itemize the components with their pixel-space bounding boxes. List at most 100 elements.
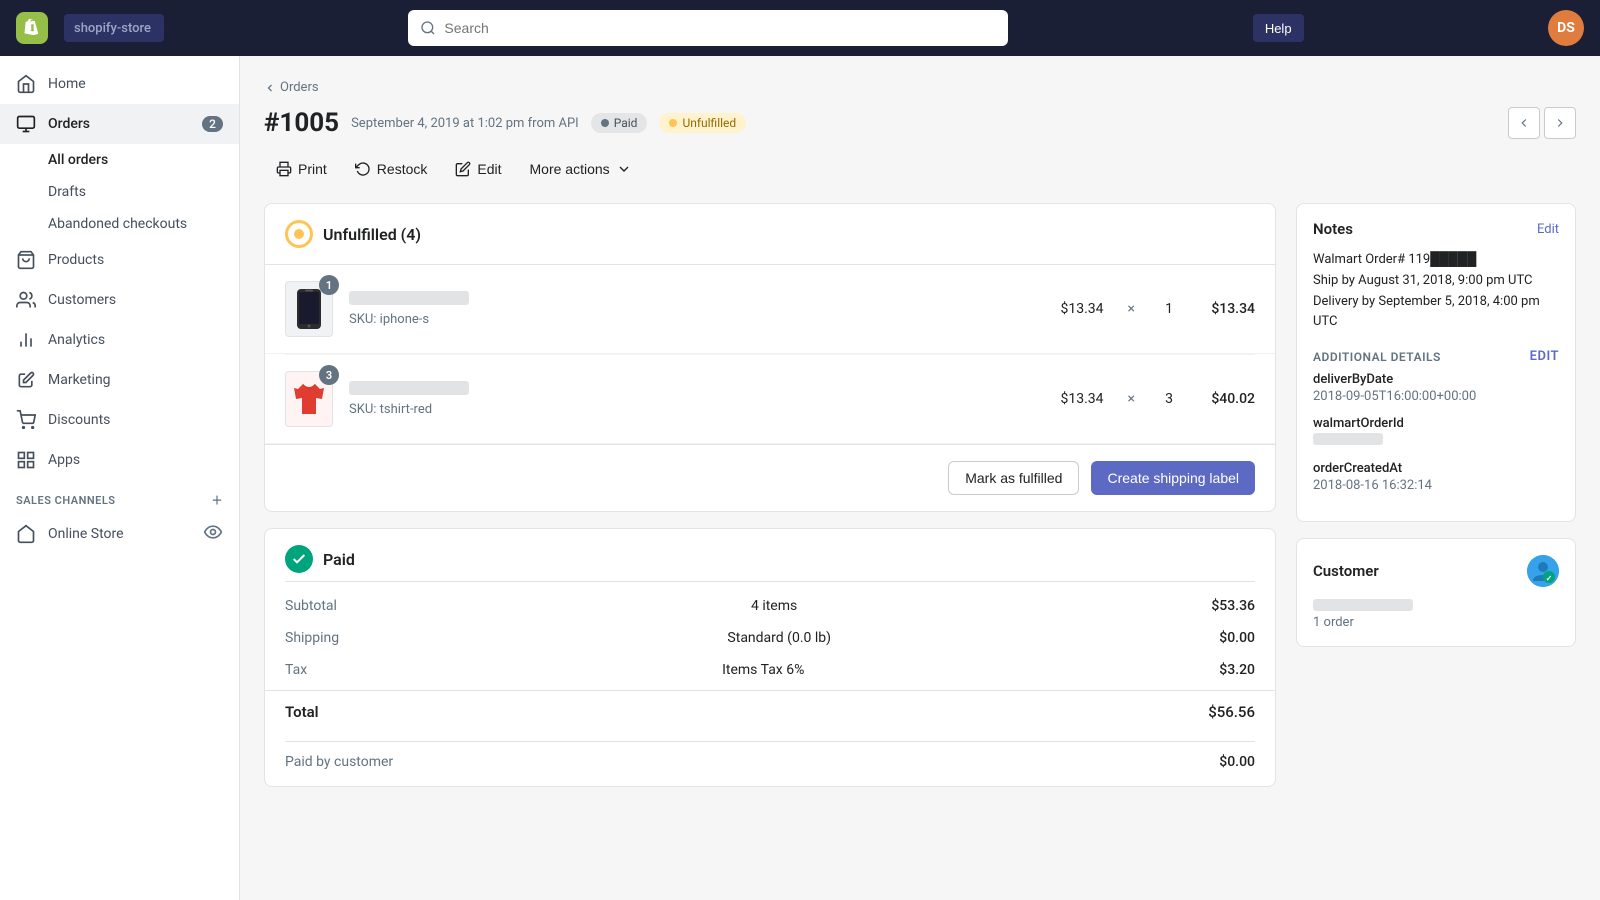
item-img-wrap-tshirt: 3 [285, 371, 333, 427]
discounts-icon [16, 410, 36, 430]
sidebar-item-drafts[interactable]: Drafts [0, 176, 239, 208]
search-input[interactable] [444, 20, 996, 36]
restock-button[interactable]: Restock [343, 155, 440, 183]
total-label: Total [285, 703, 319, 721]
additional-edit-button[interactable]: Edit [1530, 349, 1559, 364]
paid-by-value: $0.00 [1219, 754, 1255, 770]
mark-fulfilled-button[interactable]: Mark as fulfilled [948, 461, 1079, 495]
sidebar-item-orders[interactable]: Orders 2 [0, 104, 239, 144]
unfulfilled-badge: Unfulfilled [659, 113, 746, 133]
iphone-qty: 1 [1159, 301, 1179, 317]
customers-icon [16, 290, 36, 310]
customer-orders: 1 order [1313, 615, 1559, 630]
sidebar-item-online-store-label: Online Store [48, 526, 124, 542]
nav-next-button[interactable] [1544, 107, 1576, 139]
search-bar[interactable] [408, 10, 1008, 46]
payment-row-paid-by: Paid by customer $0.00 [265, 742, 1275, 786]
subtotal-value: $53.36 [1211, 598, 1255, 614]
payment-row-shipping: Shipping Standard (0.0 lb) $0.00 [265, 622, 1275, 654]
customer-avatar: ✓ [1527, 555, 1559, 587]
customer-title: Customer [1313, 562, 1379, 580]
sidebar-item-products-label: Products [48, 252, 104, 268]
paid-dot [601, 119, 609, 127]
store-name: shopify-store [64, 14, 164, 42]
sidebar-item-customers[interactable]: Customers [0, 280, 239, 320]
apps-icon [16, 450, 36, 470]
notes-edit-button[interactable]: Edit [1537, 222, 1559, 237]
tax-label: Tax [285, 662, 307, 678]
additional-details-header: ADDITIONAL DETAILS Edit [1313, 349, 1559, 364]
sidebar-item-orders-label: Orders [48, 116, 90, 132]
customer-name-placeholder [1313, 599, 1413, 611]
create-shipping-label-button[interactable]: Create shipping label [1091, 461, 1255, 495]
help-button[interactable]: Help [1253, 14, 1304, 42]
customer-avatar-svg: ✓ [1527, 555, 1559, 587]
marketing-icon [16, 370, 36, 390]
page-title: #1005 [264, 108, 339, 138]
sidebar-item-online-store[interactable]: Online Store [0, 512, 239, 556]
iphone-name-placeholder [349, 291, 469, 305]
sidebar-item-analytics[interactable]: Analytics [0, 320, 239, 360]
more-actions-button[interactable]: More actions [518, 155, 644, 183]
sidebar-item-marketing[interactable]: Marketing [0, 360, 239, 400]
sidebar-item-customers-label: Customers [48, 292, 116, 308]
total-value: $56.56 [1208, 703, 1255, 721]
tax-value: $3.20 [1219, 662, 1255, 678]
unfulfilled-title: Unfulfilled (4) [323, 225, 421, 244]
iphone-price: $13.34 [1044, 301, 1104, 317]
home-icon [16, 74, 36, 94]
sidebar-item-products[interactable]: Products [0, 240, 239, 280]
content-area: Unfulfilled (4) [264, 203, 1576, 803]
tshirt-qty: 3 [1159, 391, 1179, 407]
additional-field-deliverbydate: deliverByDate 2018-09-05T16:00:00+00:00 [1313, 372, 1559, 404]
breadcrumb-label: Orders [280, 80, 319, 95]
tshirt-sku: SKU: tshirt-red [349, 402, 432, 417]
unfulfilled-card: Unfulfilled (4) [264, 203, 1276, 512]
orders-icon [16, 114, 36, 134]
edit-button[interactable]: Edit [443, 155, 513, 183]
sidebar-item-discounts[interactable]: Discounts [0, 400, 239, 440]
iphone-multiply: × [1128, 301, 1135, 317]
checkmark-icon [291, 551, 307, 567]
walmartorderid-key: walmartOrderId [1313, 416, 1559, 431]
top-navigation: shopify-store Help DS [0, 0, 1600, 56]
notes-header: Notes Edit [1313, 220, 1559, 238]
add-sales-channel-icon[interactable]: ＋ [212, 492, 224, 508]
page-subtitle: September 4, 2019 at 1:02 pm from API [351, 116, 579, 131]
products-icon [16, 250, 36, 270]
breadcrumb[interactable]: Orders [264, 80, 1576, 95]
search-icon [420, 20, 436, 36]
nav-prev-button[interactable] [1508, 107, 1540, 139]
sidebar-item-abandoned[interactable]: Abandoned checkouts [0, 208, 239, 240]
sidebar-item-apps[interactable]: Apps [0, 440, 239, 480]
nav-arrows [1508, 107, 1576, 139]
main-column: Unfulfilled (4) [264, 203, 1276, 803]
analytics-icon [16, 330, 36, 350]
sidebar-item-home-label: Home [48, 76, 86, 92]
fulfill-actions: Mark as fulfilled Create shipping label [265, 444, 1275, 511]
print-icon [276, 161, 292, 177]
tshirt-total: $40.02 [1195, 391, 1255, 407]
print-button[interactable]: Print [264, 155, 339, 183]
payment-row-tax: Tax Items Tax 6% $3.20 [265, 654, 1275, 686]
customer-card: Customer ✓ 1 order [1296, 538, 1576, 647]
ordercreatedat-val: 2018-08-16 16:32:14 [1313, 478, 1559, 493]
subtotal-desc: 4 items [751, 598, 797, 614]
tshirt-multiply: × [1128, 391, 1135, 407]
tshirt-qty-badge: 3 [319, 365, 339, 385]
sidebar-item-home[interactable]: Home [0, 64, 239, 104]
sidebar-item-all-orders[interactable]: All orders [0, 144, 239, 176]
shopify-logo [16, 12, 48, 44]
avatar: DS [1548, 10, 1584, 46]
order-item-iphone: 1 SKU: iphone-s $13.34 × 1 $13.34 [265, 265, 1275, 354]
tshirt-svg [293, 381, 325, 417]
chevron-left-icon [1517, 116, 1531, 130]
ordercreatedat-key: orderCreatedAt [1313, 461, 1559, 476]
iphone-total: $13.34 [1195, 301, 1255, 317]
right-panel: Notes Edit Walmart Order# 119█████ Ship … [1296, 203, 1576, 663]
deliverbydate-key: deliverByDate [1313, 372, 1559, 387]
additional-field-ordercreatedat: orderCreatedAt 2018-08-16 16:32:14 [1313, 461, 1559, 493]
sidebar-item-discounts-label: Discounts [48, 412, 110, 428]
tax-desc: Items Tax 6% [722, 662, 804, 678]
paid-status-icon [285, 545, 313, 573]
